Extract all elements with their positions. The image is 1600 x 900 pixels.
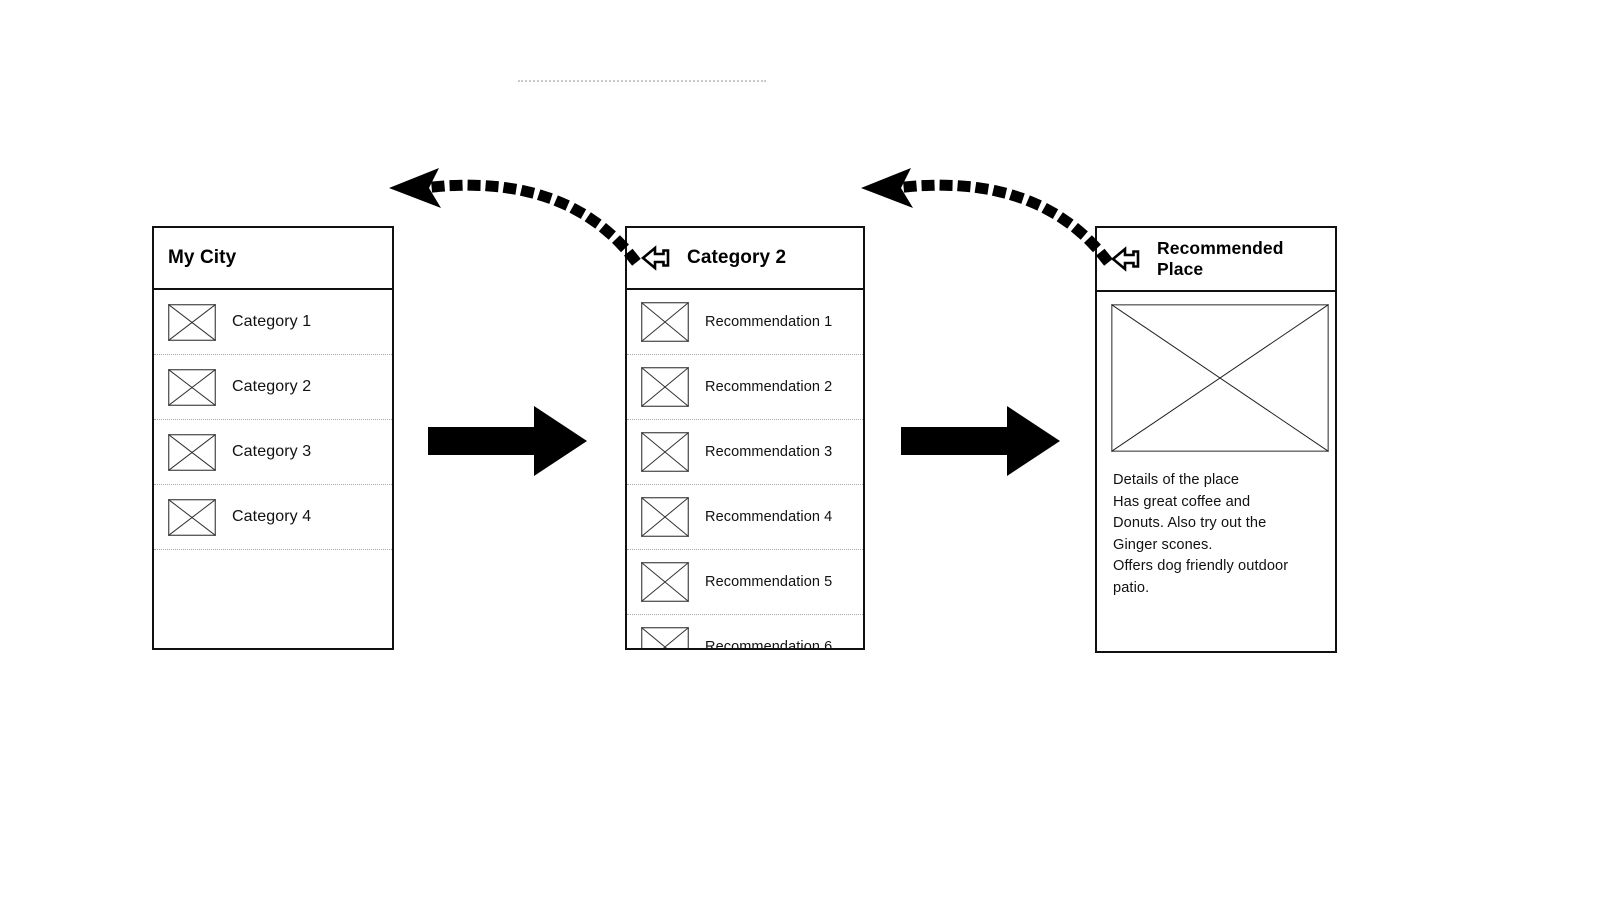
- list-item[interactable]: Recommendation 5: [627, 550, 863, 615]
- screen-recommended-place: Recommended Place Details of the place H…: [1095, 226, 1337, 653]
- list-item[interactable]: Recommendation 4: [627, 485, 863, 550]
- placeholder-image-icon: [168, 498, 216, 536]
- place-details-text: Details of the place Has great coffee an…: [1113, 472, 1289, 596]
- placeholder-image-icon: [641, 367, 689, 407]
- list-item[interactable]: Recommendation 1: [627, 290, 863, 355]
- list-item-label: Category 2: [232, 378, 312, 395]
- screen-3-title: Recommended Place: [1157, 237, 1284, 279]
- placeholder-image-icon: [641, 562, 689, 602]
- placeholder-image-icon: [168, 433, 216, 471]
- list-item-label: Recommendation 1: [705, 314, 833, 330]
- list-item-label: Category 4: [232, 508, 312, 525]
- screen-2-title: Category 2: [687, 247, 787, 269]
- list-item-label: Recommendation 4: [705, 509, 833, 525]
- list-item[interactable]: Category 3: [154, 420, 392, 485]
- list-item[interactable]: Recommendation 3: [627, 420, 863, 485]
- recommendation-list: Recommendation 1 Recommendation 2 Recomm…: [627, 290, 863, 650]
- back-arrow-2: [861, 168, 1113, 266]
- placeholder-image-icon: [1111, 304, 1329, 452]
- placeholder-image-icon: [641, 302, 689, 342]
- wireframe-canvas: My City Category 1 Category 2 Category 3…: [0, 0, 1600, 900]
- forward-arrow-2: [901, 406, 1060, 476]
- category-list: Category 1 Category 2 Category 3 Categor…: [154, 290, 392, 640]
- list-item-label: Recommendation 2: [705, 379, 833, 395]
- list-item-label: Recommendation 5: [705, 574, 833, 590]
- list-item[interactable]: Recommendation 6: [627, 615, 863, 650]
- list-item[interactable]: Category 4: [154, 485, 392, 550]
- list-item-label: Recommendation 3: [705, 444, 833, 460]
- list-item[interactable]: Category 2: [154, 355, 392, 420]
- list-item-label: Recommendation 6: [705, 639, 833, 650]
- empty-list-area: [154, 550, 392, 640]
- list-item[interactable]: Recommendation 2: [627, 355, 863, 420]
- placeholder-image-icon: [168, 303, 216, 341]
- placeholder-image-icon: [641, 627, 689, 648]
- dotted-guide-line: [518, 80, 766, 82]
- back-arrow-icon[interactable]: [641, 245, 675, 271]
- placeholder-image-icon: [168, 368, 216, 406]
- screen-category-2: Category 2 Recommendation 1 Recommendati…: [625, 226, 865, 650]
- list-item[interactable]: Category 1: [154, 290, 392, 355]
- screen-1-header: My City: [154, 228, 392, 290]
- list-item-label: Category 3: [232, 443, 312, 460]
- screen-1-title: My City: [168, 247, 237, 269]
- list-item-label: Category 1: [232, 313, 312, 330]
- placeholder-image-icon: [641, 497, 689, 537]
- back-arrow-1: [389, 168, 641, 266]
- screen-3-header: Recommended Place: [1097, 228, 1335, 292]
- forward-arrow-1: [428, 406, 587, 476]
- screen-my-city: My City Category 1 Category 2 Category 3…: [152, 226, 394, 650]
- placeholder-image-icon: [641, 432, 689, 472]
- screen-2-header: Category 2: [627, 228, 863, 290]
